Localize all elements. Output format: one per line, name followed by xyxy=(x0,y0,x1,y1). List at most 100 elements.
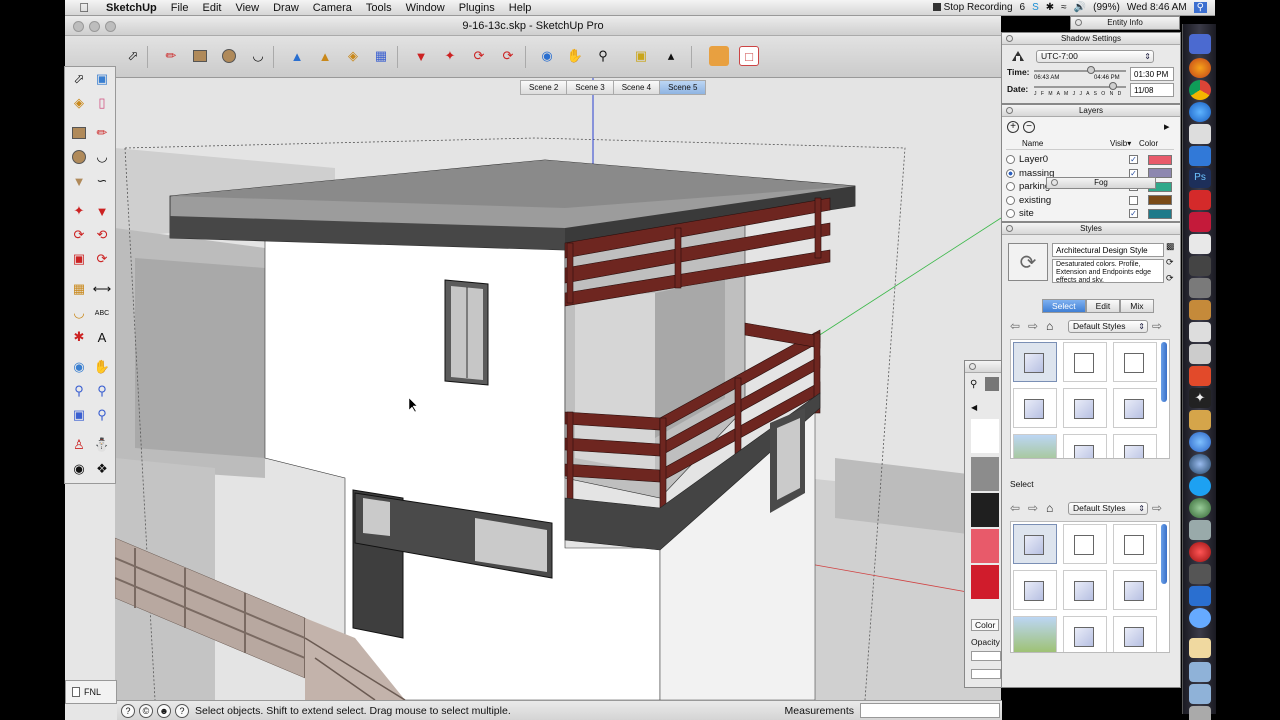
layer-visible-checkbox[interactable] xyxy=(1129,195,1138,205)
freehand-icon[interactable]: ∽ xyxy=(92,171,112,191)
style-thumb[interactable] xyxy=(1013,524,1057,564)
menu-plugins[interactable]: Plugins xyxy=(452,0,502,16)
layer-color-swatch[interactable] xyxy=(1148,154,1172,165)
move-icon[interactable]: ✦ xyxy=(69,201,89,221)
axes-icon[interactable]: ✱ xyxy=(69,327,89,347)
tab-mix[interactable]: Mix xyxy=(1120,299,1154,313)
circle-tool-icon[interactable] xyxy=(219,46,239,66)
layer-visible-checkbox[interactable]: ✓ xyxy=(1129,209,1138,218)
style-thumb[interactable] xyxy=(1063,616,1107,652)
move-tool-icon[interactable]: ✦ xyxy=(440,46,460,66)
tab-scene-4[interactable]: Scene 4 xyxy=(612,80,660,95)
shadow-toggle-icon[interactable] xyxy=(1010,49,1026,63)
color-label[interactable]: Color xyxy=(971,619,1000,631)
sync-icon[interactable] xyxy=(1189,608,1211,628)
time-machine-icon[interactable] xyxy=(1189,498,1211,518)
geo-location-icon[interactable]: ? xyxy=(121,703,135,718)
dimension-icon[interactable]: ⟷ xyxy=(92,279,112,299)
walk-icon[interactable]: ⛄ xyxy=(92,435,112,455)
current-layer-radio[interactable] xyxy=(1006,195,1015,205)
firefox-icon[interactable] xyxy=(1189,58,1211,78)
layer-row[interactable]: Layer0 ✓ xyxy=(1006,153,1174,166)
menu-draw[interactable]: Draw xyxy=(266,0,306,16)
look-around-icon[interactable]: ◉ xyxy=(69,459,89,479)
offset-tool-icon[interactable]: ⟳ xyxy=(498,46,518,66)
stop-recording-button[interactable]: Stop Recording xyxy=(932,2,1013,13)
color-swatch[interactable] xyxy=(971,493,999,527)
current-layer-radio[interactable] xyxy=(1006,155,1015,164)
pan-tool-icon[interactable]: ✋ xyxy=(565,46,585,66)
tape-measure-tool-icon[interactable]: ▦ xyxy=(69,279,89,299)
tab-select[interactable]: Select xyxy=(1042,299,1086,313)
orbit-icon[interactable]: ◉ xyxy=(69,357,89,377)
sketchbook-icon[interactable] xyxy=(1189,300,1211,320)
tape-measure-icon[interactable]: ▦ xyxy=(371,46,391,66)
make-component-icon[interactable]: ▲ xyxy=(287,46,307,66)
tab-edit[interactable]: Edit xyxy=(1085,299,1121,313)
system-prefs-icon[interactable] xyxy=(1189,520,1211,540)
itunes-icon[interactable] xyxy=(1189,432,1211,452)
layer-name[interactable]: site xyxy=(1019,208,1119,219)
menu-file[interactable]: File xyxy=(164,0,196,16)
orbit-tool-icon[interactable]: ◉ xyxy=(537,46,557,66)
collection-details-icon[interactable]: ⇨ xyxy=(1152,501,1162,515)
menu-edit[interactable]: Edit xyxy=(195,0,228,16)
color-previous-icon[interactable]: ◀ xyxy=(971,403,977,412)
pan-icon[interactable]: ✋ xyxy=(92,357,112,377)
instruments-icon[interactable] xyxy=(1189,278,1211,298)
component-icon[interactable]: ▣ xyxy=(92,69,112,89)
zoom-extents-tool-icon[interactable]: ▣ xyxy=(69,405,89,425)
style-thumb[interactable] xyxy=(1113,388,1157,428)
style-thumb[interactable] xyxy=(1013,570,1057,610)
menu-app[interactable]: SketchUp xyxy=(99,0,164,16)
paint-bucket-tool-icon[interactable]: ◈ xyxy=(69,93,89,113)
style-thumb[interactable] xyxy=(1063,388,1107,428)
select-tool-icon[interactable]: ⬀ xyxy=(123,46,143,66)
tab-scene-3[interactable]: Scene 3 xyxy=(566,80,613,95)
style-thumb[interactable] xyxy=(1063,570,1107,610)
style-grid-scrollbar[interactable] xyxy=(1161,342,1167,402)
applications-folder-icon[interactable] xyxy=(1189,684,1211,704)
rectangle-tool-icon[interactable] xyxy=(190,46,210,66)
time-input[interactable] xyxy=(1130,67,1174,81)
style-description[interactable]: Desaturated colors. Profile, Extension a… xyxy=(1052,259,1164,283)
layers-col-color[interactable]: Color xyxy=(1139,139,1158,148)
circle-icon[interactable] xyxy=(69,147,89,167)
wifi-icon[interactable]: ≈ xyxy=(1061,2,1067,13)
color-swatch[interactable] xyxy=(971,529,999,563)
time-slider[interactable] xyxy=(1034,66,1126,74)
rotate-tool-icon[interactable]: ⟳ xyxy=(469,46,489,66)
entity-info-panel[interactable]: Entity Info xyxy=(1070,16,1180,30)
previous-icon[interactable]: ⚲ xyxy=(92,405,112,425)
scale-icon[interactable]: ▣ xyxy=(69,249,89,269)
follow-me-icon[interactable]: ⟲ xyxy=(92,225,112,245)
zoom-window-button[interactable] xyxy=(105,21,116,32)
eraser-tool-icon[interactable]: ▲ xyxy=(315,46,335,66)
volume-icon[interactable]: 🔊 xyxy=(1074,2,1086,13)
help-icon[interactable]: ? xyxy=(175,703,189,718)
safari-icon[interactable] xyxy=(1189,454,1211,474)
text-editor-icon[interactable] xyxy=(1189,124,1211,144)
activity-icon[interactable] xyxy=(1189,586,1211,606)
panel-close-dot[interactable] xyxy=(1006,107,1013,114)
timezone-select[interactable]: UTC-7:00 xyxy=(1036,50,1154,63)
credits-icon[interactable]: © xyxy=(139,703,153,718)
layers-details-icon[interactable]: ▸ xyxy=(1164,120,1170,133)
protractor-icon[interactable]: ◡ xyxy=(69,303,89,323)
opera-icon[interactable] xyxy=(1189,542,1211,562)
eraser-icon[interactable]: ▯ xyxy=(92,93,112,113)
layer-row[interactable]: existing xyxy=(1006,194,1174,207)
style-thumb[interactable] xyxy=(1113,342,1157,382)
zoom-extents-icon[interactable]: ▣ xyxy=(631,46,651,66)
color-eyedropper-icon[interactable] xyxy=(985,377,999,391)
position-camera-icon[interactable]: ♙ xyxy=(69,435,89,455)
back-arrow-icon[interactable]: ⇦ xyxy=(1010,501,1020,515)
current-layer-radio[interactable] xyxy=(1006,182,1015,191)
imovie-star-icon[interactable]: ✦ xyxy=(1189,388,1211,408)
style-thumb[interactable] xyxy=(1063,524,1107,564)
arc-tool-icon[interactable]: ◡ xyxy=(248,46,268,66)
garageband-icon[interactable] xyxy=(1189,410,1211,430)
panel-close-dot[interactable] xyxy=(1051,179,1058,186)
close-window-button[interactable] xyxy=(73,21,84,32)
layers-col-visible[interactable]: Visib▾ xyxy=(1110,139,1131,148)
